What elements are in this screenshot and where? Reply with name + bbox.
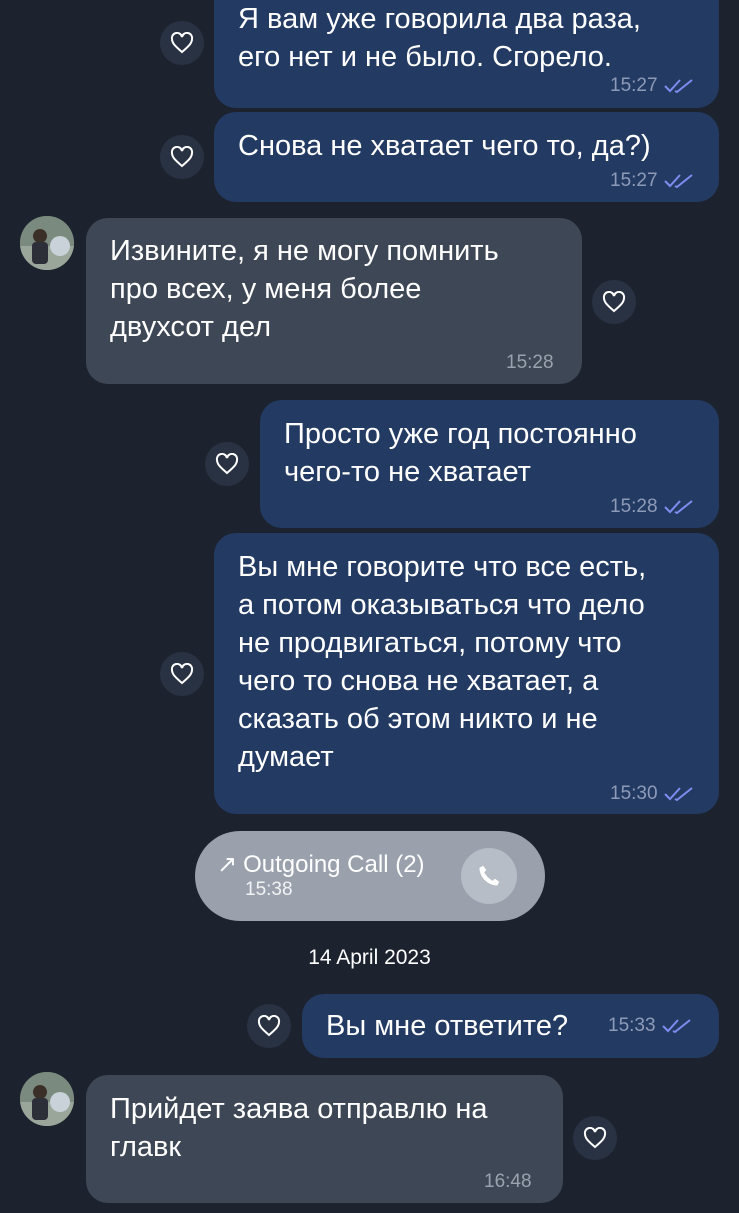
message-text: Просто уже год постоянно чего-то не хват… <box>284 418 637 488</box>
message-text: Прийдет заява отправлю на главк <box>110 1093 488 1163</box>
message-time: 15:33 <box>608 1015 692 1037</box>
call-label-text: Outgoing Call (2) <box>243 851 425 878</box>
heart-outline-icon <box>583 1127 607 1149</box>
message-text: Вы мне говорите что все есть, а потом ок… <box>238 551 647 773</box>
message-bubble-outgoing[interactable]: Вы мне говорите что все есть, а потом ок… <box>214 533 719 814</box>
message-bubble-incoming[interactable]: Извините, я не могу помнить про всех, у … <box>86 218 582 384</box>
reaction-heart-button[interactable] <box>205 442 249 486</box>
reaction-heart-button[interactable] <box>247 1004 291 1048</box>
reaction-heart-button[interactable] <box>160 652 204 696</box>
double-check-icon <box>663 79 693 94</box>
heart-outline-icon <box>257 1015 281 1037</box>
message-text: Вы мне ответите? <box>326 1010 569 1042</box>
message-time: 16:48 <box>484 1171 532 1193</box>
time-label: 15:30 <box>610 783 658 804</box>
message-text: Извините, я не могу помнить про всех, у … <box>110 235 499 343</box>
time-label: 15:27 <box>610 75 658 96</box>
message-time: 15:27 <box>610 170 694 192</box>
message-text: Снова не хватает чего то, да?) <box>238 130 651 162</box>
call-time: 15:38 <box>245 879 293 900</box>
time-label: 15:28 <box>610 496 658 517</box>
heart-outline-icon <box>170 146 194 168</box>
message-bubble-outgoing[interactable]: Я вам уже говорила два раза, его нет и н… <box>214 0 719 108</box>
double-check-icon <box>661 1019 691 1034</box>
double-check-icon <box>663 174 693 189</box>
message-text: Я вам уже говорила два раза, его нет и н… <box>238 3 641 73</box>
phone-icon <box>479 865 500 886</box>
call-back-button[interactable] <box>461 848 517 904</box>
message-time: 15:30 <box>610 783 694 805</box>
message-bubble-outgoing[interactable]: Просто уже год постоянно чего-то не хват… <box>260 400 719 528</box>
call-arrow-icon: ↗ <box>217 851 238 878</box>
time-label: 15:27 <box>610 170 658 191</box>
message-bubble-outgoing[interactable]: Вы мне ответите? 15:33 <box>302 994 719 1058</box>
reaction-heart-button[interactable] <box>592 280 636 324</box>
time-label: 15:28 <box>506 352 554 373</box>
message-bubble-outgoing[interactable]: Снова не хватает чего то, да?) 15:27 <box>214 112 719 202</box>
heart-outline-icon <box>170 32 194 54</box>
contact-avatar[interactable] <box>20 1072 74 1126</box>
chat-view: Я вам уже говорила два раза, его нет и н… <box>0 0 739 1213</box>
call-label: ↗ Outgoing Call (2) <box>217 851 425 879</box>
avatar-photo <box>20 216 74 270</box>
message-time: 15:28 <box>610 496 694 518</box>
date-separator: 14 April 2023 <box>308 946 431 969</box>
time-label: 16:48 <box>484 1171 532 1192</box>
heart-outline-icon <box>170 663 194 685</box>
reaction-heart-button[interactable] <box>160 135 204 179</box>
heart-outline-icon <box>602 291 626 313</box>
reaction-heart-button[interactable] <box>160 21 204 65</box>
outgoing-call-bubble[interactable]: ↗ Outgoing Call (2) 15:38 <box>195 831 545 921</box>
heart-outline-icon <box>215 453 239 475</box>
contact-avatar[interactable] <box>20 216 74 270</box>
reaction-heart-button[interactable] <box>573 1116 617 1160</box>
double-check-icon <box>663 500 693 515</box>
message-time: 15:27 <box>610 75 694 97</box>
double-check-icon <box>663 787 693 802</box>
time-label: 15:33 <box>608 1015 656 1036</box>
message-time: 15:28 <box>506 352 554 374</box>
message-bubble-incoming[interactable]: Прийдет заява отправлю на главк 16:48 <box>86 1075 563 1203</box>
avatar-photo <box>20 1072 74 1126</box>
